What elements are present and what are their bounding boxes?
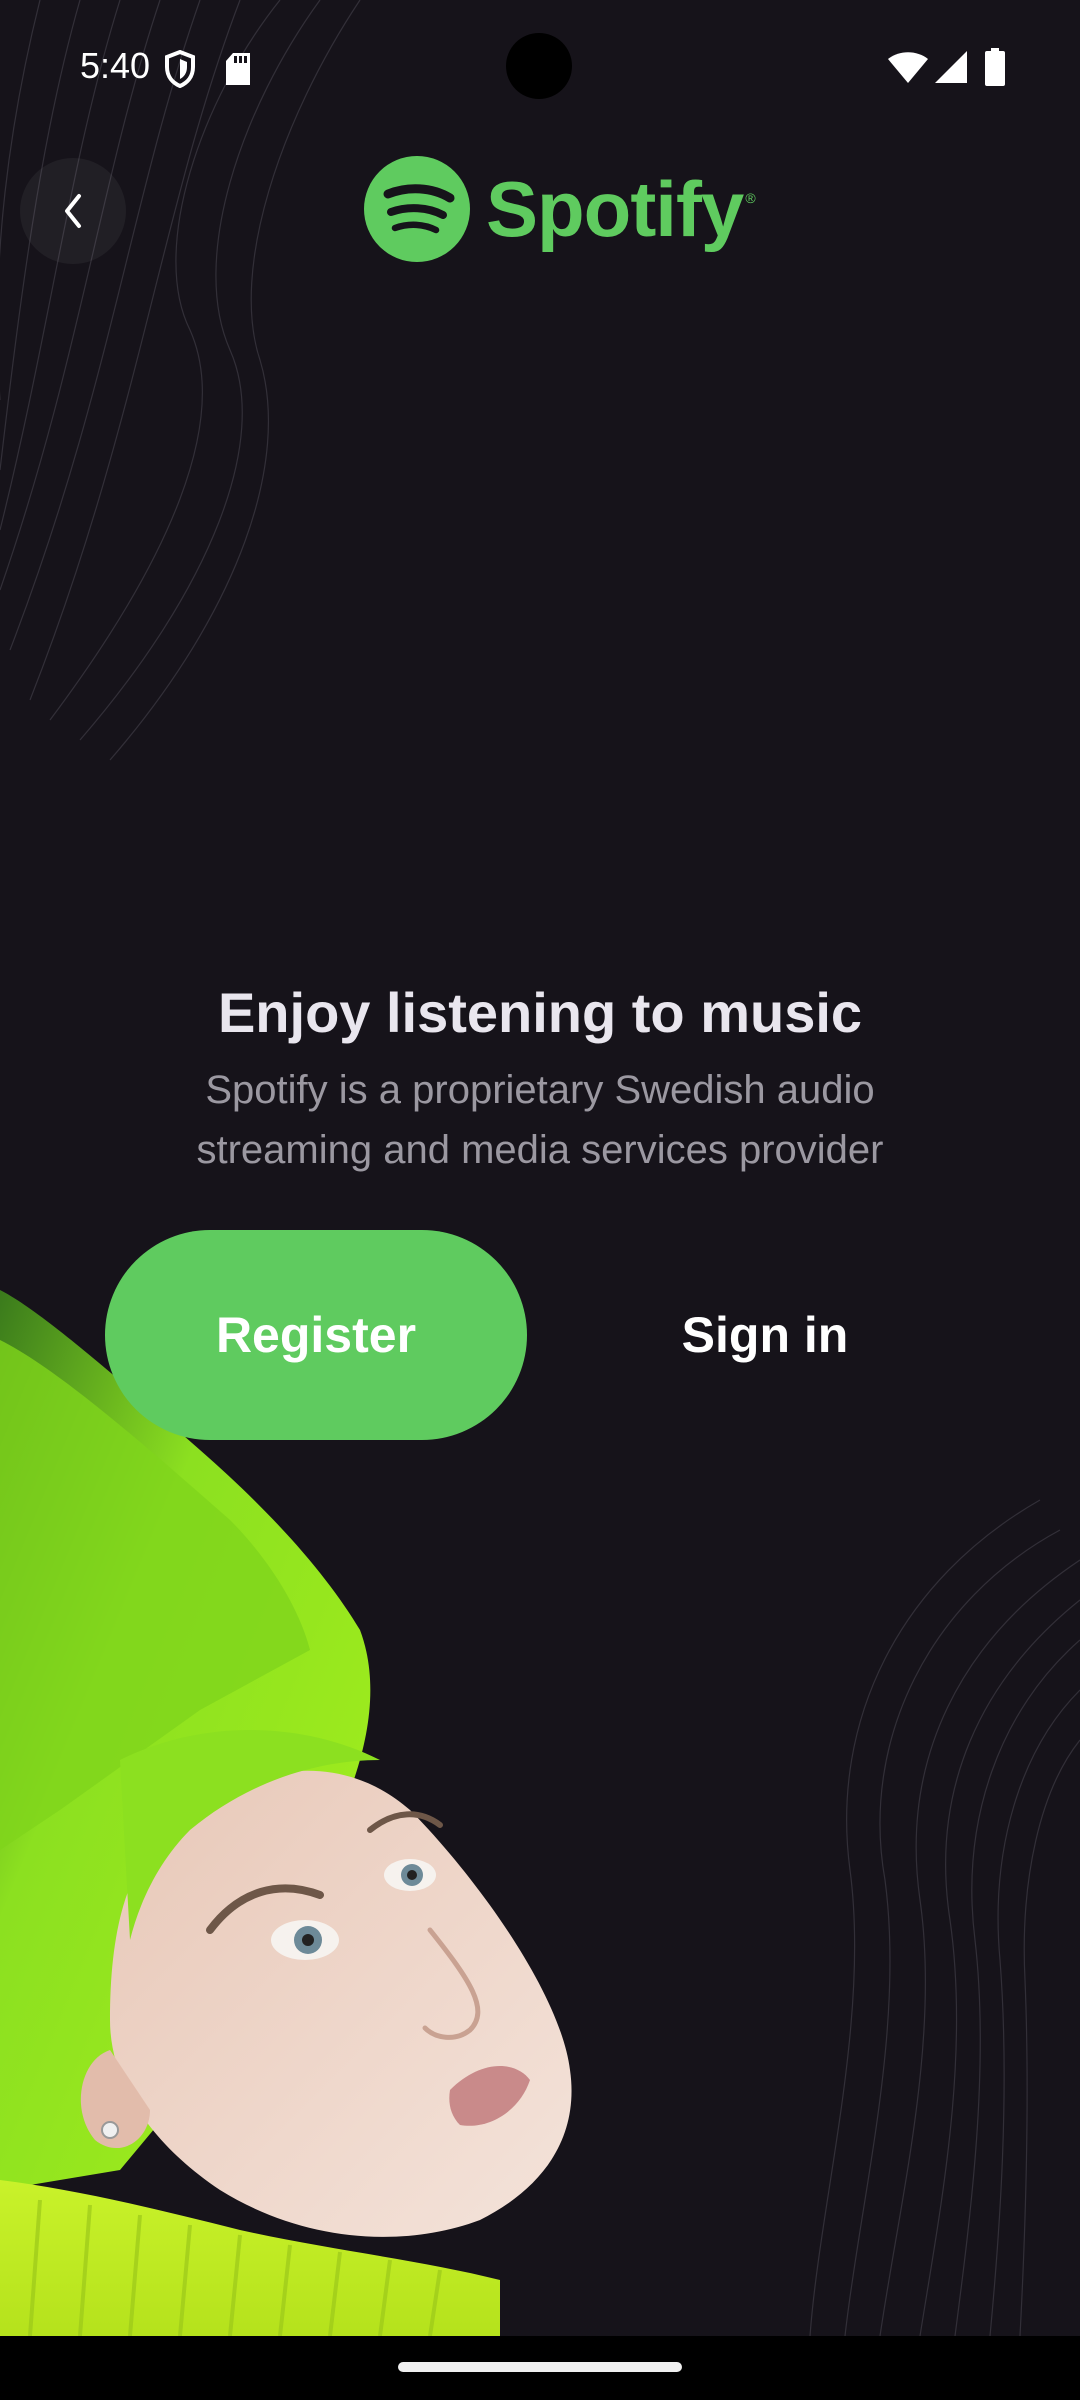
signin-button[interactable]: Sign in (620, 1270, 910, 1400)
spotify-logo: Spotify ® (364, 156, 756, 262)
hero-description: Spotify is a proprietary Swedish audio s… (196, 1068, 884, 1172)
status-time: 5:40 (80, 45, 151, 86)
back-button[interactable] (20, 158, 126, 264)
register-button[interactable]: Register (105, 1230, 527, 1440)
hero-title: Enjoy listening to music (217, 981, 863, 1044)
app-screen: 5:40 Spotify ® Enjoy listening to music … (0, 0, 1080, 2336)
brand-wordmark: Spotify (486, 165, 744, 253)
artist-photo (0, 1290, 572, 2336)
wifi-icon (888, 52, 928, 83)
home-gesture-handle[interactable] (398, 2362, 682, 2372)
spotify-icon (364, 156, 470, 262)
status-bar: 5:40 (0, 0, 1080, 136)
cellular-signal-icon (935, 51, 967, 83)
chevron-left-icon (65, 194, 81, 228)
sd-card-icon (226, 53, 250, 85)
shield-icon (165, 50, 195, 88)
front-camera (506, 33, 572, 99)
battery-icon (985, 48, 1005, 86)
registered-mark: ® (745, 190, 756, 206)
